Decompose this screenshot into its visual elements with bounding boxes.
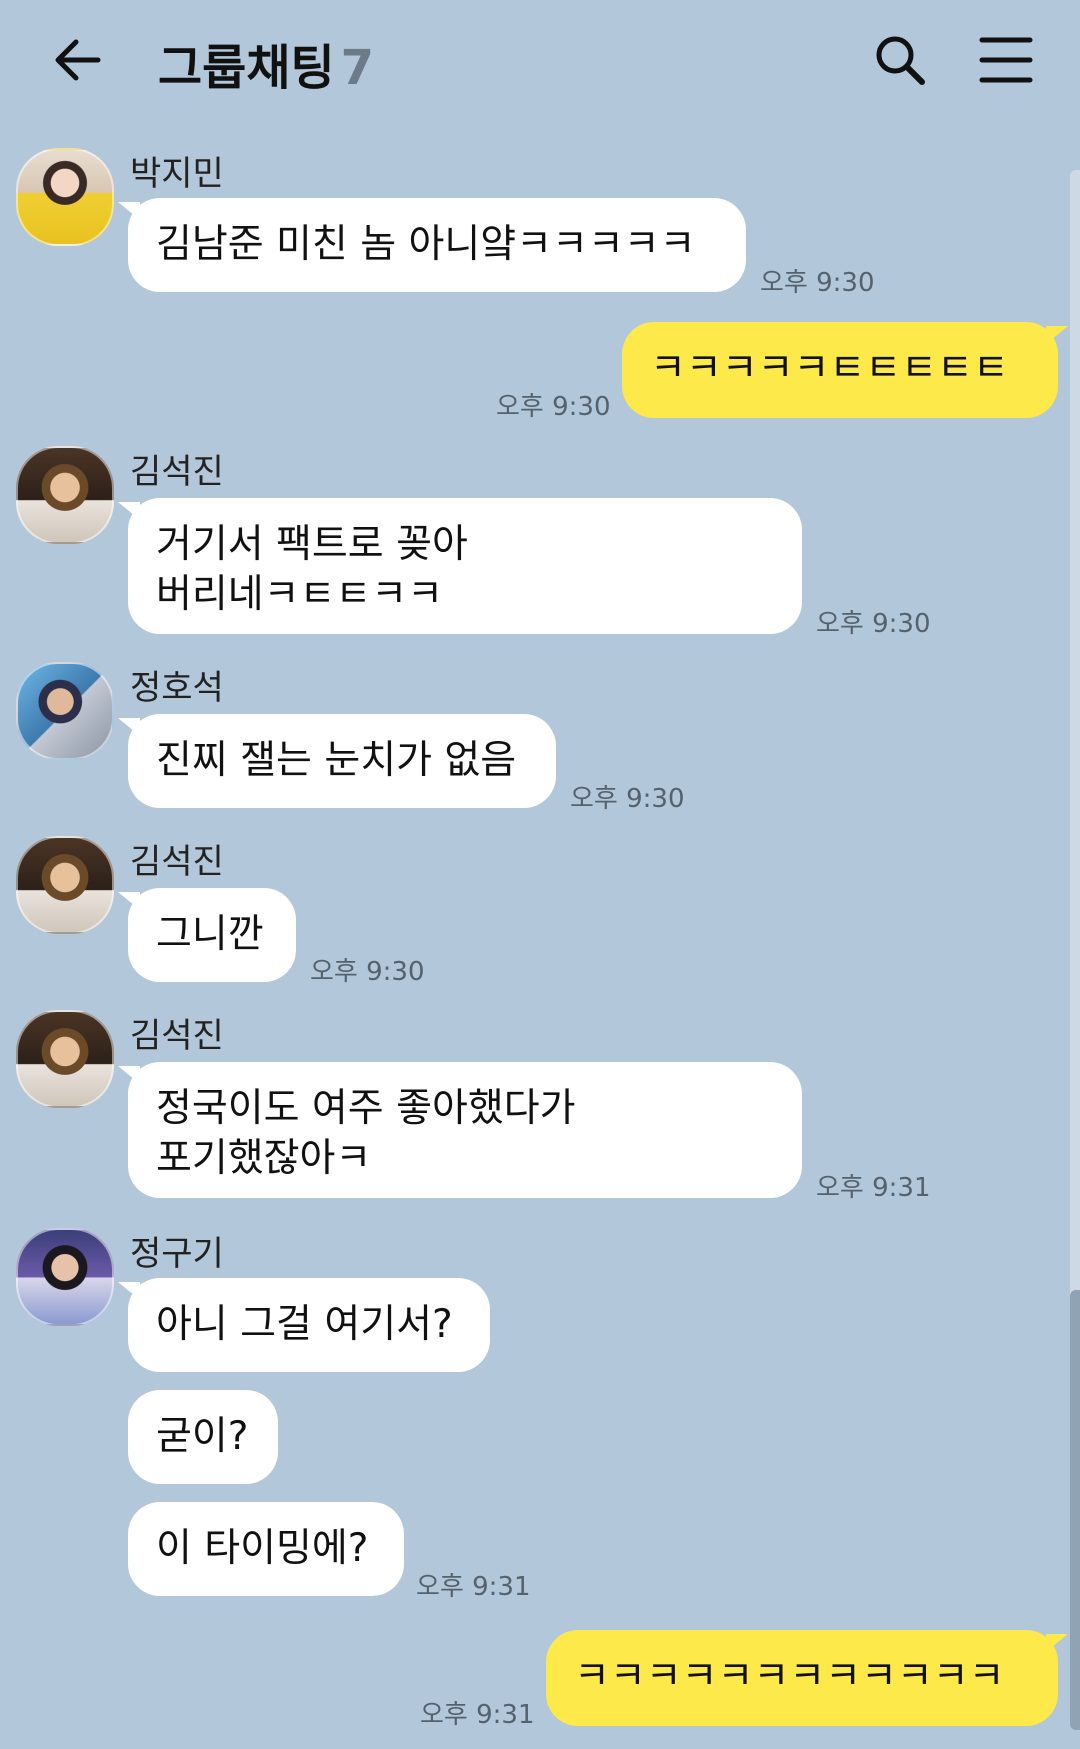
message-time: 오후 9:30: [310, 957, 425, 987]
my-message-bubble[interactable]: ㅋㅋㅋㅋㅋㅋㅋㅋㅋㅋㅋㅋ: [546, 1630, 1068, 1726]
message-time: 오후 9:30: [816, 609, 931, 639]
hamburger-menu-icon[interactable]: [978, 34, 1034, 86]
message-text-line: 정국이도 여주 좋아했다가: [156, 1086, 576, 1131]
message-time: 오후 9:31: [816, 1173, 931, 1203]
sender-name: 김석진: [130, 452, 224, 492]
sender-name: 김석진: [130, 1016, 224, 1056]
avatar[interactable]: [16, 1228, 114, 1326]
message-time: 오후 9:31: [420, 1700, 535, 1730]
message-time: 오후 9:30: [570, 784, 685, 814]
message-text-line: 거기서 팩트로 꽂아: [156, 522, 468, 567]
avatar[interactable]: [16, 836, 114, 934]
avatar[interactable]: [16, 662, 114, 760]
member-count: 7: [340, 40, 375, 96]
message-time: 오후 9:30: [760, 268, 875, 298]
message-text: 이 타이밍에?: [156, 1526, 369, 1571]
message-text: 진찌 잴는 눈치가 없음: [156, 738, 517, 783]
message-bubble[interactable]: 아니 그걸 여기서?: [118, 1278, 490, 1372]
message-bubble[interactable]: 김남준 미친 놈 아니얔ㅋㅋㅋㅋㅋ: [118, 198, 746, 292]
message-text: 그니깐: [156, 912, 264, 957]
avatar[interactable]: [16, 446, 114, 544]
avatar[interactable]: [16, 1010, 114, 1108]
scrollbar-thumb[interactable]: [1070, 1290, 1080, 1730]
message-bubble[interactable]: 굳이?: [128, 1390, 278, 1484]
message-time: 오후 9:30: [496, 392, 611, 422]
search-icon[interactable]: [872, 32, 928, 88]
message-bubble[interactable]: 그니깐: [118, 888, 296, 982]
message-text: 굳이?: [156, 1414, 249, 1459]
chat-title: 그룹채팅 7: [158, 28, 374, 98]
sender-name: 김석진: [130, 842, 224, 882]
message-text-line: 버리네ㅋㅌㅌㅋㅋ: [156, 572, 444, 617]
message-bubble[interactable]: 정국이도 여주 좋아했다가 포기했잖아ㅋ: [118, 1062, 802, 1198]
message-time: 오후 9:31: [416, 1572, 531, 1602]
message-bubble[interactable]: 이 타이밍에?: [128, 1502, 404, 1596]
message-text: ㅋㅋㅋㅋㅋㅋㅋㅋㅋㅋㅋㅋ: [574, 1654, 1005, 1699]
sender-name: 정구기: [130, 1234, 224, 1274]
avatar[interactable]: [16, 148, 114, 246]
sender-name: 정호석: [130, 668, 224, 708]
chat-header: 그룹채팅 7: [0, 0, 1080, 120]
sender-name: 박지민: [130, 154, 224, 194]
chat-title-text: 그룹채팅: [158, 40, 335, 96]
message-bubble[interactable]: 진찌 잴는 눈치가 없음: [118, 714, 556, 808]
message-text-line: 포기했잖아ㅋ: [156, 1136, 372, 1181]
message-text: 아니 그걸 여기서?: [156, 1302, 453, 1347]
message-bubble[interactable]: 거기서 팩트로 꽂아 버리네ㅋㅌㅌㅋㅋ: [118, 498, 802, 634]
arrow-left-icon[interactable]: [50, 32, 106, 88]
message-text: ㅋㅋㅋㅋㅋㅌㅌㅌㅌㅌ: [650, 346, 1009, 391]
my-message-bubble[interactable]: ㅋㅋㅋㅋㅋㅌㅌㅌㅌㅌ: [622, 322, 1068, 418]
message-text: 김남준 미친 놈 아니얔ㅋㅋㅋㅋㅋ: [156, 222, 696, 267]
